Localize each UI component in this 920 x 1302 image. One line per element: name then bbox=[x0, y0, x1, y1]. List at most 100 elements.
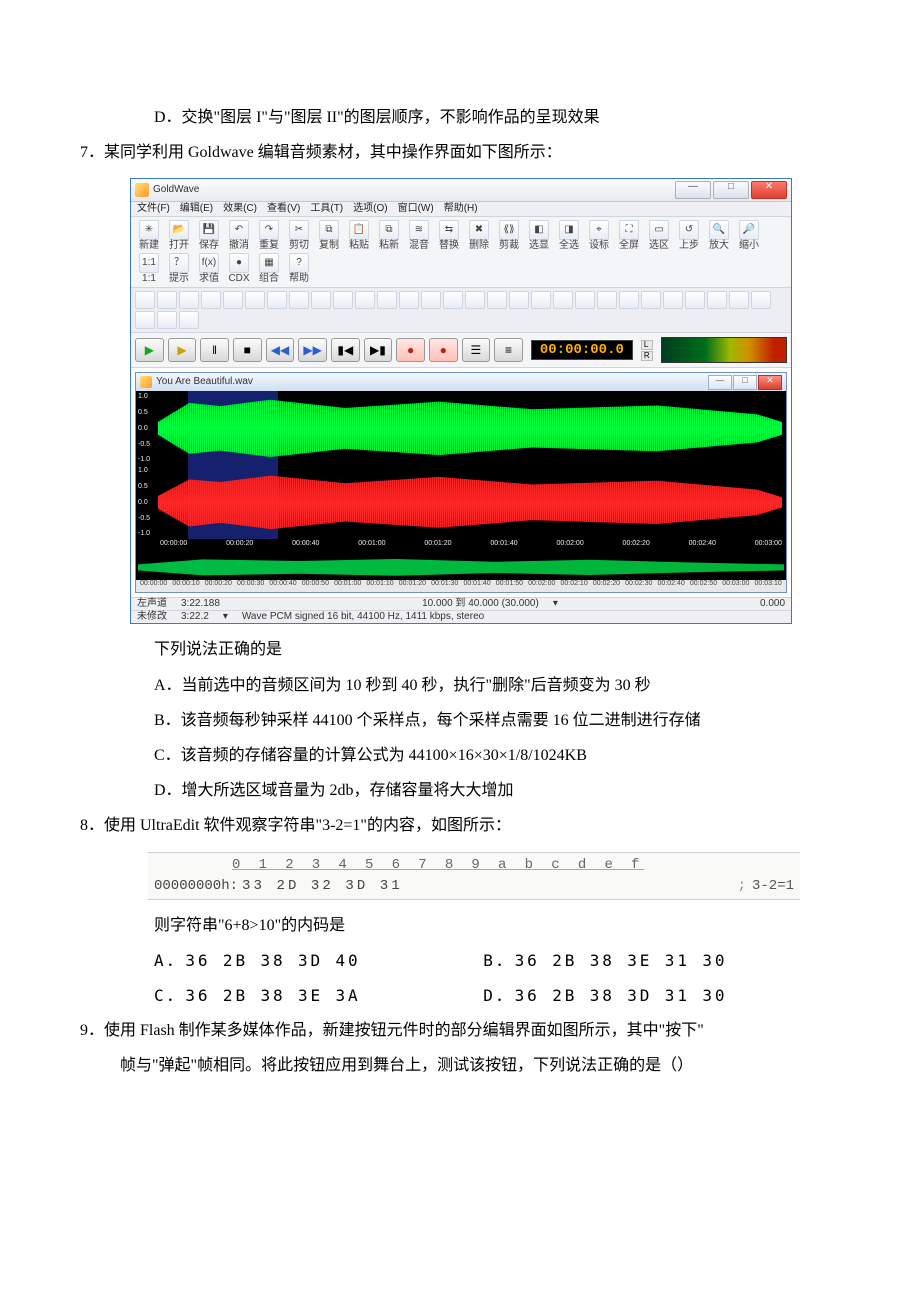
toolbar-button[interactable]: 📋粘贴 bbox=[345, 220, 373, 251]
doc-maximize-button[interactable]: □ bbox=[733, 375, 757, 390]
toolbar-button[interactable]: ✳新建 bbox=[135, 220, 163, 251]
rewind-button[interactable]: ◀◀ bbox=[266, 338, 295, 362]
toolbar-button[interactable]: ⧉复制 bbox=[315, 220, 343, 251]
toolbar-button[interactable]: ⇆替换 bbox=[435, 220, 463, 251]
toolbar-button[interactable]: 🔎缩小 bbox=[735, 220, 763, 251]
menu-item[interactable]: 窗口(W) bbox=[398, 204, 434, 214]
overview-ruler-tick: 00:00:30 bbox=[237, 580, 264, 592]
opts-button[interactable]: ≡ bbox=[494, 338, 523, 362]
menu-bar[interactable]: 文件(F) 编辑(E) 效果(C) 查看(V) 工具(T) 选项(O) 窗口(W) 帮助(H) bbox=[131, 202, 791, 217]
toolbar-button[interactable]: 🔍放大 bbox=[705, 220, 733, 251]
effect-button[interactable] bbox=[509, 291, 529, 309]
effect-button[interactable] bbox=[201, 291, 221, 309]
menu-item[interactable]: 编辑(E) bbox=[180, 204, 213, 214]
effect-button[interactable] bbox=[553, 291, 573, 309]
effect-button[interactable] bbox=[751, 291, 771, 309]
toolbar-button[interactable]: ▦组合 bbox=[255, 253, 283, 284]
toolbar-button[interactable]: 📂打开 bbox=[165, 220, 193, 251]
overview-ruler-tick: 00:00:00 bbox=[140, 580, 167, 592]
toolbar-button[interactable]: ✂剪切 bbox=[285, 220, 313, 251]
effect-button[interactable] bbox=[663, 291, 683, 309]
effect-button[interactable] bbox=[487, 291, 507, 309]
effect-button[interactable] bbox=[597, 291, 617, 309]
toolbar-button[interactable]: ？提示 bbox=[165, 253, 193, 284]
effect-button[interactable] bbox=[685, 291, 705, 309]
status-dropdown-icon[interactable]: ▾ bbox=[223, 612, 228, 622]
play-sel-button[interactable]: ▶ bbox=[168, 338, 197, 362]
menu-item[interactable]: 效果(C) bbox=[223, 204, 257, 214]
effect-button[interactable] bbox=[641, 291, 661, 309]
close-button[interactable]: ✕ bbox=[751, 181, 787, 199]
props-button[interactable]: ☰ bbox=[462, 338, 491, 362]
play-button[interactable]: ▶ bbox=[135, 338, 164, 362]
toolbar-button[interactable]: ⟪⟫剪裁 bbox=[495, 220, 523, 251]
effect-button[interactable] bbox=[157, 291, 177, 309]
effect-button[interactable] bbox=[245, 291, 265, 309]
waveform-left[interactable]: 1.00.50.0-0.5-1.0 bbox=[136, 391, 786, 465]
toolbar-button[interactable]: ↷重复 bbox=[255, 220, 283, 251]
effect-button[interactable] bbox=[465, 291, 485, 309]
minimize-button[interactable]: — bbox=[675, 181, 711, 199]
titlebar[interactable]: GoldWave — □ ✕ bbox=[131, 179, 791, 202]
toolbar-icon: ≋ bbox=[409, 220, 429, 240]
menu-item[interactable]: 选项(O) bbox=[353, 204, 387, 214]
toolbar-button[interactable]: ?帮助 bbox=[285, 253, 313, 284]
start-button[interactable]: ▮◀ bbox=[331, 338, 360, 362]
stop-button[interactable]: ■ bbox=[233, 338, 262, 362]
effect-button[interactable] bbox=[575, 291, 595, 309]
effect-button[interactable] bbox=[289, 291, 309, 309]
status-dropdown-icon[interactable]: ▾ bbox=[553, 599, 558, 609]
effect-button[interactable] bbox=[355, 291, 375, 309]
menu-item[interactable]: 查看(V) bbox=[267, 204, 300, 214]
record-button[interactable]: ● bbox=[396, 338, 425, 362]
effect-button[interactable] bbox=[311, 291, 331, 309]
effect-button[interactable] bbox=[157, 311, 177, 329]
effect-button[interactable] bbox=[267, 291, 287, 309]
toolbar-button[interactable]: ▭选区 bbox=[645, 220, 673, 251]
effect-button[interactable] bbox=[531, 291, 551, 309]
toolbar-button[interactable]: f(x)求值 bbox=[195, 253, 223, 284]
effect-button[interactable] bbox=[729, 291, 749, 309]
toolbar-button[interactable]: ◨全选 bbox=[555, 220, 583, 251]
effect-button[interactable] bbox=[399, 291, 419, 309]
toolbar-button[interactable]: ⛶全屏 bbox=[615, 220, 643, 251]
toolbar-button[interactable]: ⧉粘新 bbox=[375, 220, 403, 251]
toolbar-button[interactable]: ↶撤消 bbox=[225, 220, 253, 251]
toolbar-button[interactable]: ≋混音 bbox=[405, 220, 433, 251]
menu-item[interactable]: 文件(F) bbox=[137, 204, 170, 214]
menu-item[interactable]: 帮助(H) bbox=[444, 204, 478, 214]
axis-tick: -1.0 bbox=[138, 456, 158, 463]
effect-button[interactable] bbox=[377, 291, 397, 309]
end-button[interactable]: ▶▮ bbox=[364, 338, 393, 362]
doc-minimize-button[interactable]: — bbox=[708, 375, 732, 390]
effect-button[interactable] bbox=[619, 291, 639, 309]
effect-button[interactable] bbox=[135, 291, 155, 309]
effect-button[interactable] bbox=[179, 311, 199, 329]
menu-item[interactable]: 工具(T) bbox=[310, 204, 343, 214]
effect-button[interactable] bbox=[223, 291, 243, 309]
effect-button[interactable] bbox=[443, 291, 463, 309]
effect-button[interactable] bbox=[333, 291, 353, 309]
toolbar-button[interactable]: ↺上步 bbox=[675, 220, 703, 251]
toolbar-button[interactable]: ⌖设标 bbox=[585, 220, 613, 251]
main-toolbar[interactable]: ✳新建📂打开💾保存↶撤消↷重复✂剪切⧉复制📋粘贴⧉粘新≋混音⇆替换✖删除⟪⟫剪裁… bbox=[131, 217, 791, 288]
transport-bar[interactable]: ▶ ▶ ‖ ■ ◀◀ ▶▶ ▮◀ ▶▮ ● ● ☰ ≡ 00:00:00.0 L… bbox=[131, 333, 791, 368]
effect-button[interactable] bbox=[707, 291, 727, 309]
record2-button[interactable]: ● bbox=[429, 338, 458, 362]
toolbar-button[interactable]: 1:11:1 bbox=[135, 253, 163, 284]
maximize-button[interactable]: □ bbox=[713, 181, 749, 199]
effect-button[interactable] bbox=[135, 311, 155, 329]
pause-button[interactable]: ‖ bbox=[200, 338, 229, 362]
secondary-toolbar[interactable] bbox=[131, 288, 791, 333]
right-channel-indicator: R bbox=[641, 351, 653, 361]
waveform-right[interactable]: 1.00.50.0-0.5-1.0 bbox=[136, 465, 786, 539]
toolbar-button[interactable]: ◧选显 bbox=[525, 220, 553, 251]
overview-waveform[interactable] bbox=[136, 554, 786, 580]
doc-close-button[interactable]: ✕ bbox=[758, 375, 782, 390]
effect-button[interactable] bbox=[179, 291, 199, 309]
toolbar-button[interactable]: ●CDX bbox=[225, 253, 253, 284]
toolbar-button[interactable]: ✖删除 bbox=[465, 220, 493, 251]
toolbar-button[interactable]: 💾保存 bbox=[195, 220, 223, 251]
forward-button[interactable]: ▶▶ bbox=[298, 338, 327, 362]
effect-button[interactable] bbox=[421, 291, 441, 309]
